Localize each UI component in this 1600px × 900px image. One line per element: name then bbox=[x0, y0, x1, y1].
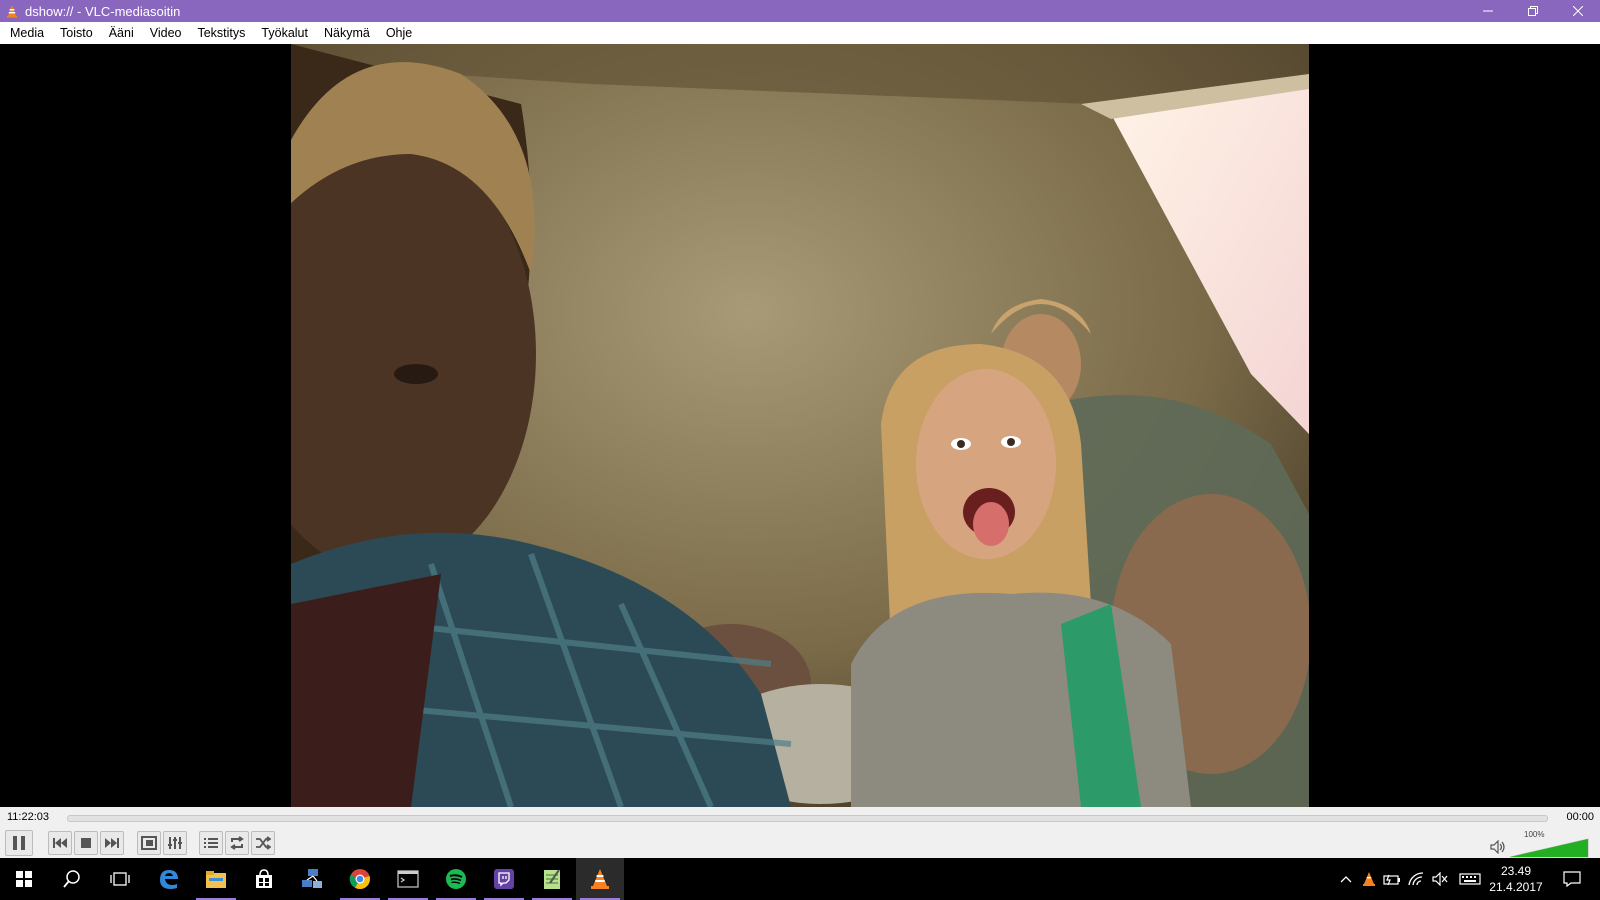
volume-control[interactable]: 100% bbox=[1490, 828, 1600, 858]
next-icon bbox=[105, 838, 119, 848]
twitch-icon bbox=[494, 869, 514, 889]
taskbar-vlc[interactable] bbox=[576, 858, 624, 900]
taskbar-spotify[interactable] bbox=[432, 858, 480, 900]
total-time: 00:00 bbox=[1566, 811, 1594, 823]
pause-button[interactable] bbox=[5, 830, 33, 856]
taskbar: 23.49 21.4.2017 bbox=[0, 858, 1600, 900]
task-view-icon bbox=[110, 872, 130, 886]
menu-playback[interactable]: Toisto bbox=[52, 22, 101, 44]
menu-audio[interactable]: Ääni bbox=[101, 22, 142, 44]
loop-button[interactable] bbox=[225, 831, 249, 855]
menu-view[interactable]: Näkymä bbox=[316, 22, 378, 44]
vlc-icon bbox=[591, 869, 609, 889]
clock-time: 23.49 bbox=[1500, 864, 1532, 878]
menu-video[interactable]: Video bbox=[142, 22, 190, 44]
taskbar-edge[interactable] bbox=[144, 858, 192, 900]
tray-battery[interactable] bbox=[1380, 858, 1404, 900]
extended-settings-icon bbox=[168, 837, 182, 849]
tray-keyboard[interactable] bbox=[1455, 858, 1485, 900]
shuffle-button[interactable] bbox=[251, 831, 275, 855]
webcam-video-image bbox=[291, 44, 1309, 807]
restore-icon bbox=[1527, 6, 1538, 16]
speaker-muted-icon bbox=[1432, 872, 1448, 886]
vlc-cone-icon bbox=[7, 5, 17, 18]
taskbar-file-explorer[interactable] bbox=[192, 858, 240, 900]
fullscreen-button[interactable] bbox=[137, 831, 161, 855]
taskbar-terminal[interactable] bbox=[384, 858, 432, 900]
battery-icon bbox=[1383, 874, 1400, 885]
wifi-icon bbox=[1408, 872, 1424, 886]
menu-bar: Media Toisto Ääni Video Tekstitys Työkal… bbox=[0, 22, 1600, 44]
loop-icon bbox=[230, 836, 244, 850]
taskbar-notepad[interactable] bbox=[528, 858, 576, 900]
menu-help[interactable]: Ohje bbox=[378, 22, 420, 44]
tray-volume[interactable] bbox=[1428, 858, 1452, 900]
search-button[interactable] bbox=[48, 858, 96, 900]
clock-date: 21.4.2017 bbox=[1489, 880, 1543, 894]
file-explorer-icon bbox=[206, 871, 226, 888]
taskbar-clock[interactable]: 23.49 21.4.2017 bbox=[1486, 863, 1546, 895]
taskbar-network-app[interactable] bbox=[288, 858, 336, 900]
task-view-button[interactable] bbox=[96, 858, 144, 900]
minimize-button[interactable] bbox=[1465, 0, 1510, 22]
search-icon bbox=[63, 870, 80, 888]
next-button[interactable] bbox=[100, 831, 124, 855]
show-hidden-icons-button[interactable] bbox=[1334, 858, 1358, 900]
previous-icon bbox=[53, 838, 67, 848]
taskbar-chrome[interactable] bbox=[336, 858, 384, 900]
speaker-icon bbox=[1490, 840, 1505, 854]
action-center-icon bbox=[1563, 871, 1581, 887]
playlist-icon bbox=[204, 838, 218, 848]
fullscreen-icon bbox=[141, 836, 157, 850]
terminal-icon bbox=[397, 870, 419, 888]
video-frame[interactable] bbox=[291, 44, 1309, 807]
window-title: dshow:// - VLC-mediasoitin bbox=[25, 3, 181, 19]
minimize-icon bbox=[1482, 10, 1493, 12]
title-bar: dshow:// - VLC-mediasoitin bbox=[0, 0, 1600, 22]
volume-slider[interactable] bbox=[1510, 838, 1590, 858]
close-button[interactable] bbox=[1555, 0, 1600, 22]
action-center-button[interactable] bbox=[1552, 858, 1592, 900]
menu-media[interactable]: Media bbox=[2, 22, 52, 44]
previous-button[interactable] bbox=[48, 831, 72, 855]
keyboard-icon bbox=[1459, 873, 1481, 885]
menu-subtitle[interactable]: Tekstitys bbox=[189, 22, 253, 44]
network-app-icon bbox=[302, 869, 322, 888]
store-icon bbox=[256, 869, 272, 888]
notepad-icon bbox=[544, 869, 560, 889]
tray-wifi[interactable] bbox=[1404, 858, 1428, 900]
seek-bar[interactable] bbox=[67, 815, 1548, 822]
taskbar-twitch[interactable] bbox=[480, 858, 528, 900]
stop-icon bbox=[81, 838, 91, 848]
playlist-button[interactable] bbox=[199, 831, 223, 855]
shuffle-icon bbox=[256, 836, 271, 850]
taskbar-store[interactable] bbox=[240, 858, 288, 900]
spotify-icon bbox=[446, 869, 466, 889]
close-icon bbox=[1572, 6, 1583, 16]
menu-tools[interactable]: Työkalut bbox=[253, 22, 316, 44]
start-button[interactable] bbox=[0, 858, 48, 900]
chevron-up-icon bbox=[1340, 876, 1352, 883]
elapsed-time: 11:22:03 bbox=[7, 811, 50, 823]
vlc-tray-icon bbox=[1363, 872, 1375, 886]
stop-button[interactable] bbox=[74, 831, 98, 855]
restore-button[interactable] bbox=[1510, 0, 1555, 22]
controls-bar: 100% bbox=[0, 828, 1600, 858]
pause-icon bbox=[13, 836, 25, 850]
seek-row: 11:22:03 00:00 bbox=[0, 807, 1600, 828]
extended-settings-button[interactable] bbox=[163, 831, 187, 855]
tray-vlc[interactable] bbox=[1358, 858, 1380, 900]
start-icon bbox=[16, 871, 32, 887]
edge-icon bbox=[160, 870, 178, 889]
chrome-icon bbox=[349, 869, 370, 890]
video-area[interactable] bbox=[0, 44, 1600, 807]
